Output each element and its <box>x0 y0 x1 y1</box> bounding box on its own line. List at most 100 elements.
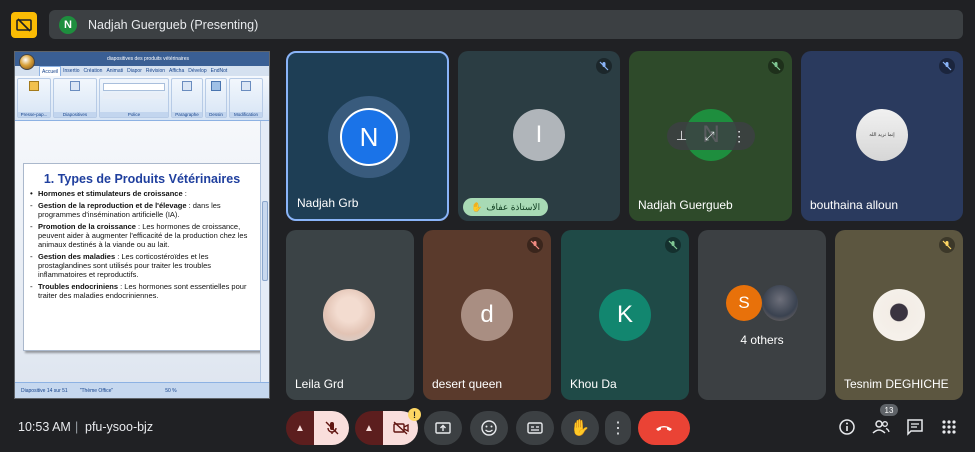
avatar-image <box>873 289 925 341</box>
avatar-image: إنما نريد الله <box>856 109 908 161</box>
participant-name: Khou Da <box>570 377 617 391</box>
ribbon-group: Paragraphe <box>171 78 203 118</box>
zoom-level: 50 % <box>165 387 177 394</box>
mic-off-icon <box>939 58 955 74</box>
captions-icon <box>527 422 543 434</box>
slide-bullet: Hormones et stimulateurs de croissance : <box>30 189 254 198</box>
font-format-row <box>103 93 165 99</box>
presenter-avatar: N <box>59 15 77 34</box>
participant-tile-desert-queen[interactable]: d desert queen <box>423 230 551 400</box>
ribbon-group-label: Diapositives <box>54 112 96 117</box>
raised-hand-badge[interactable]: ✋ الاستاذة عفاف <box>463 198 549 216</box>
participant-count-badge: 13 <box>880 404 898 416</box>
people-icon <box>872 420 890 434</box>
participant-caption: الاستاذة عفاف <box>486 201 541 212</box>
participant-tile-leila[interactable]: Leila Grd <box>286 230 414 400</box>
editing-icon <box>241 81 251 91</box>
info-separator: | <box>75 420 79 434</box>
participant-tile-nadjah-grb[interactable]: N Nadjah Grb <box>286 51 449 221</box>
participant-tile-arabic-user[interactable]: I ✋ الاستاذة عفاف <box>458 51 620 221</box>
slide-bullet-text: : <box>182 189 187 198</box>
activities-button[interactable] <box>940 418 958 436</box>
avatar: N <box>340 108 398 166</box>
ribbon-group-label: Dessin <box>206 112 226 117</box>
slide: 1. Types de Produits Vétérinaires Hormon… <box>23 163 261 351</box>
fullscreen-icon[interactable]: ⤢ <box>705 129 715 144</box>
slide-bullet-heading: Gestion de la reproduction et de l'éleva… <box>38 201 187 210</box>
apps-grid-icon <box>942 420 956 434</box>
chat-button[interactable] <box>906 418 924 436</box>
ribbon-group: Diapositives <box>53 78 97 118</box>
chat-icon <box>907 419 923 436</box>
meeting-code[interactable]: pfu-ysoo-bjz <box>85 420 153 434</box>
raise-hand-button[interactable]: ✋ <box>561 411 599 445</box>
participant-tile-tesnim[interactable]: Tesnim DEGHICHE <box>835 230 963 400</box>
mic-off-icon <box>527 237 543 253</box>
participant-tile-nadjah-guergueb[interactable]: N ⊥ ⤢ ⋮ Nadjah Guergueb <box>629 51 792 221</box>
slide-bullet: Troubles endocriniens : Les hormones son… <box>30 282 254 300</box>
camera-off-icon <box>392 421 409 435</box>
ribbon-group-label: Police <box>100 112 168 117</box>
ppt-window-title: diapositives des produits vétérinaires <box>107 56 189 62</box>
reactions-button[interactable] <box>470 411 508 445</box>
ppt-tab: Accueil <box>39 66 62 76</box>
ppt-ribbon: Presse-pap... Diapositives Police Paragr… <box>15 76 269 121</box>
tile-hover-controls: ⊥ ⤢ ⋮ <box>667 122 755 150</box>
leave-call-button[interactable] <box>638 411 690 445</box>
hand-icon: ✋ <box>570 420 590 437</box>
more-options-icon[interactable]: ⋮ <box>732 128 746 145</box>
participant-name: Tesnim DEGHICHE <box>844 377 949 391</box>
mic-off-icon <box>768 58 784 74</box>
avatar: d <box>461 289 513 341</box>
presenter-banner[interactable]: N Nadjah Guergueb (Presenting) <box>49 10 963 39</box>
slide-bullet-heading: Promotion de la croissance <box>38 222 136 231</box>
avatar-image-text: إنما نريد الله <box>869 132 895 138</box>
ribbon-group-label: Presse-pap... <box>18 112 50 117</box>
slide-canvas: 1. Types de Produits Vétérinaires Hormon… <box>15 121 269 383</box>
audio-settings-button[interactable]: ▲ <box>286 411 314 445</box>
ribbon-group: Modification <box>229 78 263 118</box>
slide-bullet-heading: Gestion des maladies <box>38 252 116 261</box>
ribbon-group: Dessin <box>205 78 227 118</box>
participant-tile-bouthaina[interactable]: إنما نريد الله bouthaina alloun <box>801 51 963 221</box>
presenter-label: Nadjah Guergueb (Presenting) <box>88 17 259 32</box>
people-button[interactable] <box>872 418 890 436</box>
meeting-time: 10:53 AM <box>18 420 71 434</box>
participant-name: Leila Grd <box>295 377 344 391</box>
paragraph-icon <box>182 81 192 91</box>
ribbon-group-label: Modification <box>230 112 262 117</box>
info-icon <box>839 419 855 435</box>
slide-bullet: Promotion de la croissance : Les hormone… <box>30 222 254 249</box>
ppt-scrollbar <box>260 121 269 383</box>
slide-bullet-heading: Troubles endocriniens <box>38 282 119 291</box>
pin-icon[interactable]: ⊥ <box>676 128 687 144</box>
microphone-control[interactable]: ▲ <box>286 411 349 445</box>
chevron-up-icon: ▲ <box>295 422 305 434</box>
more-options-button[interactable]: ⋮ <box>605 411 631 445</box>
participant-name: Nadjah Grb <box>297 196 359 210</box>
hand-icon: ✋ <box>471 201 483 212</box>
ppt-tab: Dévelop <box>188 68 207 74</box>
mic-toggle-button[interactable] <box>314 411 349 445</box>
present-screen-button[interactable] <box>424 411 462 445</box>
slide-counter: Diapositive 14 sur 51 <box>21 387 68 394</box>
participant-name: bouthaina alloun <box>810 198 899 212</box>
participant-tile-others[interactable]: S 4 others <box>698 230 826 400</box>
others-label: 4 others <box>740 333 784 347</box>
emoji-icon <box>481 420 497 436</box>
drawing-icon <box>211 81 221 91</box>
hang-up-icon <box>656 426 672 431</box>
meeting-details-button[interactable] <box>838 418 856 436</box>
ppt-tab: Diapor <box>127 68 142 74</box>
ppt-statusbar: Diapositive 14 sur 51 "Thème Office" 50 … <box>15 382 269 398</box>
captions-button[interactable] <box>516 411 554 445</box>
presentation-alert-icon[interactable] <box>11 12 37 38</box>
shared-presentation[interactable]: diapositives des produits vétérinaires A… <box>14 51 270 399</box>
participant-tile-khou-da[interactable]: K Khou Da <box>561 230 689 400</box>
video-settings-button[interactable]: ▲ <box>355 411 383 445</box>
mic-off-icon <box>939 237 955 253</box>
ppt-tab: Révision <box>145 68 166 74</box>
avatar: I <box>513 109 565 161</box>
ribbon-group: Police <box>99 78 169 118</box>
ppt-ribbon-tabs: Accueil Insertio Création Animati Diapor… <box>15 66 269 76</box>
